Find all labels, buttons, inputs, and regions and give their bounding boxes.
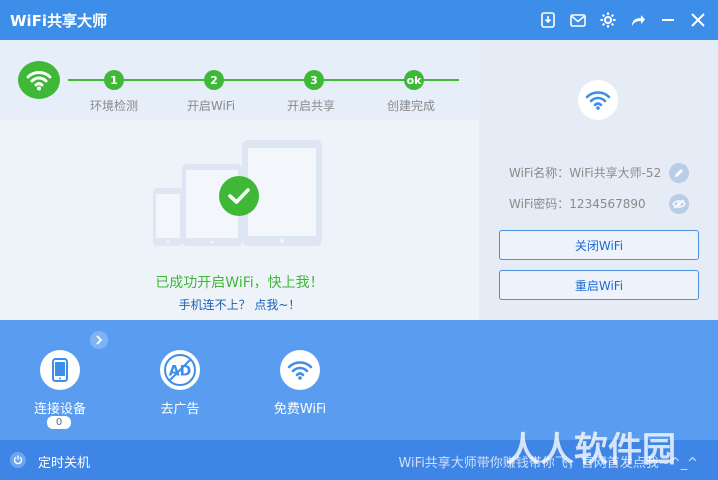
no-ad-icon: AD	[160, 350, 200, 390]
chevron-right-icon[interactable]	[90, 331, 108, 349]
edit-name-icon[interactable]	[669, 163, 689, 183]
step-1-label: 环境检测	[89, 99, 138, 113]
watermark: 人人软件园	[506, 430, 676, 470]
close-wifi-button[interactable]: 关闭WiFi	[499, 230, 699, 260]
setup-progress: 1 2 3 ok 环境检测 开启WiFi 开启共享 创建完成	[0, 40, 479, 120]
toggle-password-icon[interactable]	[669, 194, 689, 214]
wifi-name-display: WiFi名称：WiFi共享大师-52	[509, 166, 662, 180]
success-check-icon	[219, 176, 259, 216]
scheduled-shutdown-link[interactable]: 定时关机	[38, 452, 90, 471]
device-count-badge: 0	[47, 416, 71, 429]
free-wifi-tool[interactable]: 免费WiFi	[260, 350, 340, 417]
step-3-label: 开启共享	[286, 99, 335, 113]
phone-icon	[40, 350, 80, 390]
title-bar: WiFi共享大师	[0, 0, 718, 40]
restart-wifi-button[interactable]: 重启WiFi	[499, 270, 699, 300]
step-done-marker: ok	[404, 70, 424, 90]
mail-icon[interactable]	[568, 10, 588, 30]
app-title: WiFi共享大师	[10, 12, 108, 30]
connected-devices-label: 连接设备	[33, 402, 86, 417]
progress-line	[68, 79, 459, 81]
remove-ads-label: 去广告	[160, 402, 200, 417]
free-wifi-label: 免费WiFi	[273, 402, 327, 417]
step-3-marker: 3	[304, 70, 324, 90]
mobile-download-icon[interactable]	[538, 10, 558, 30]
step-2-label: 开启WiFi	[186, 99, 236, 113]
step-1-marker: 1	[104, 70, 124, 90]
power-icon[interactable]	[10, 452, 26, 468]
status-panel: 已成功开启WiFi，快上我！ 手机连不上？ 点我~！	[0, 120, 479, 320]
step-2-marker: 2	[204, 70, 224, 90]
gear-icon[interactable]	[598, 10, 618, 30]
wifi-password-display: WiFi密码：1234567890	[509, 197, 646, 211]
close-icon[interactable]	[688, 10, 708, 30]
connected-devices-tool[interactable]: 连接设备	[20, 350, 100, 417]
wifi-info-panel: WiFi名称：WiFi共享大师-52 WiFi密码：1234567890 关闭W…	[479, 40, 718, 320]
help-link[interactable]: 手机连不上？ 点我~！	[0, 296, 479, 313]
wifi-status-icon	[18, 61, 60, 99]
wifi-icon	[280, 350, 320, 390]
remove-ads-tool[interactable]: AD 去广告	[140, 350, 220, 417]
step-4-label: 创建完成	[386, 99, 435, 113]
share-icon[interactable]	[628, 10, 648, 30]
wifi-icon	[578, 80, 618, 120]
success-message: 已成功开启WiFi，快上我！	[155, 275, 324, 291]
minimize-icon[interactable]	[658, 10, 678, 30]
